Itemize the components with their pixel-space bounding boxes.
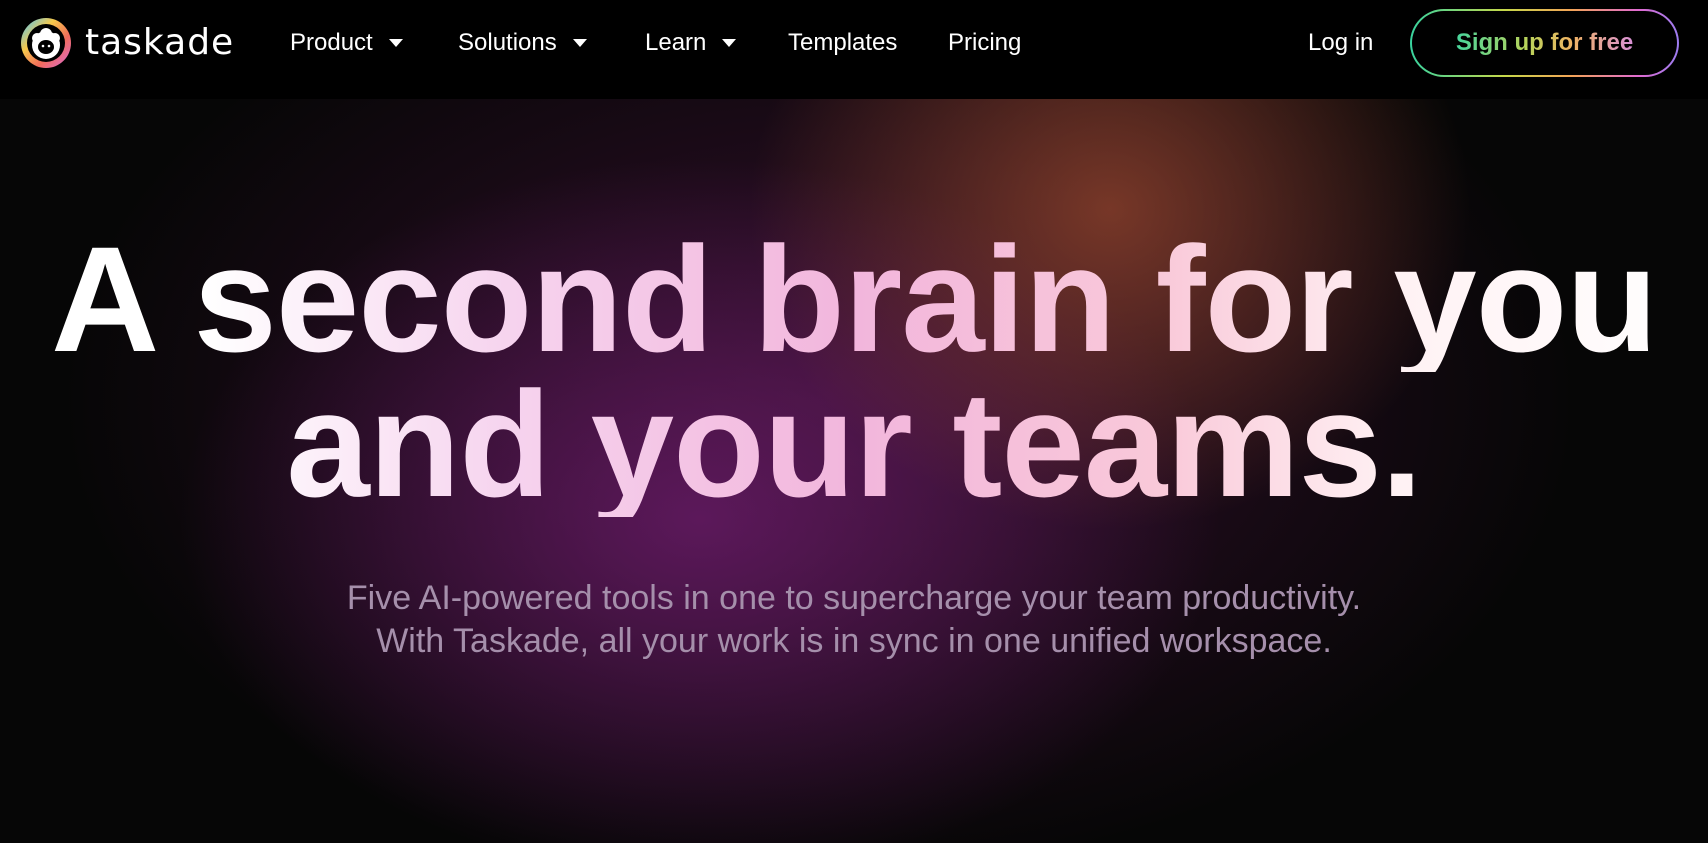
nav-product[interactable]: Product xyxy=(290,26,403,60)
taskade-sheep-logo-icon xyxy=(21,18,71,68)
chevron-down-icon xyxy=(572,39,587,47)
nav-solutions-label: Solutions xyxy=(458,29,557,56)
landing-page: taskade Product Solutions Learn Template… xyxy=(0,0,1708,843)
top-navigation: taskade Product Solutions Learn Template… xyxy=(0,0,1708,99)
headline-line-1: A second brain for you xyxy=(0,224,1708,374)
signup-button[interactable]: Sign up for free xyxy=(1410,9,1679,77)
nav-pricing-link[interactable]: Pricing xyxy=(948,26,1021,60)
login-link[interactable]: Log in xyxy=(1308,26,1373,60)
nav-templates-link[interactable]: Templates xyxy=(788,26,897,60)
nav-learn[interactable]: Learn xyxy=(645,26,737,60)
brand-name: taskade xyxy=(85,22,235,63)
hero-headline: A second brain for you and your teams. xyxy=(0,224,1708,519)
taskade-logo-link[interactable]: taskade xyxy=(19,15,234,71)
hero-section: A second brain for you and your teams. F… xyxy=(0,99,1708,843)
signup-button-label: Sign up for free xyxy=(1455,29,1634,56)
signup-button-inner: Sign up for free xyxy=(1412,11,1677,75)
subtitle-line-1: Five AI-powered tools in one to supercha… xyxy=(346,579,1362,617)
chevron-down-icon xyxy=(388,39,403,47)
chevron-down-icon xyxy=(722,39,737,47)
headline-line-2: and your teams. xyxy=(0,369,1708,519)
subtitle-line-2: With Taskade, all your work is in sync i… xyxy=(376,622,1332,660)
nav-solutions[interactable]: Solutions xyxy=(458,26,587,60)
nav-product-label: Product xyxy=(290,29,373,56)
hero-subtitle: Five AI-powered tools in one to supercha… xyxy=(0,577,1708,663)
nav-learn-label: Learn xyxy=(645,29,707,56)
